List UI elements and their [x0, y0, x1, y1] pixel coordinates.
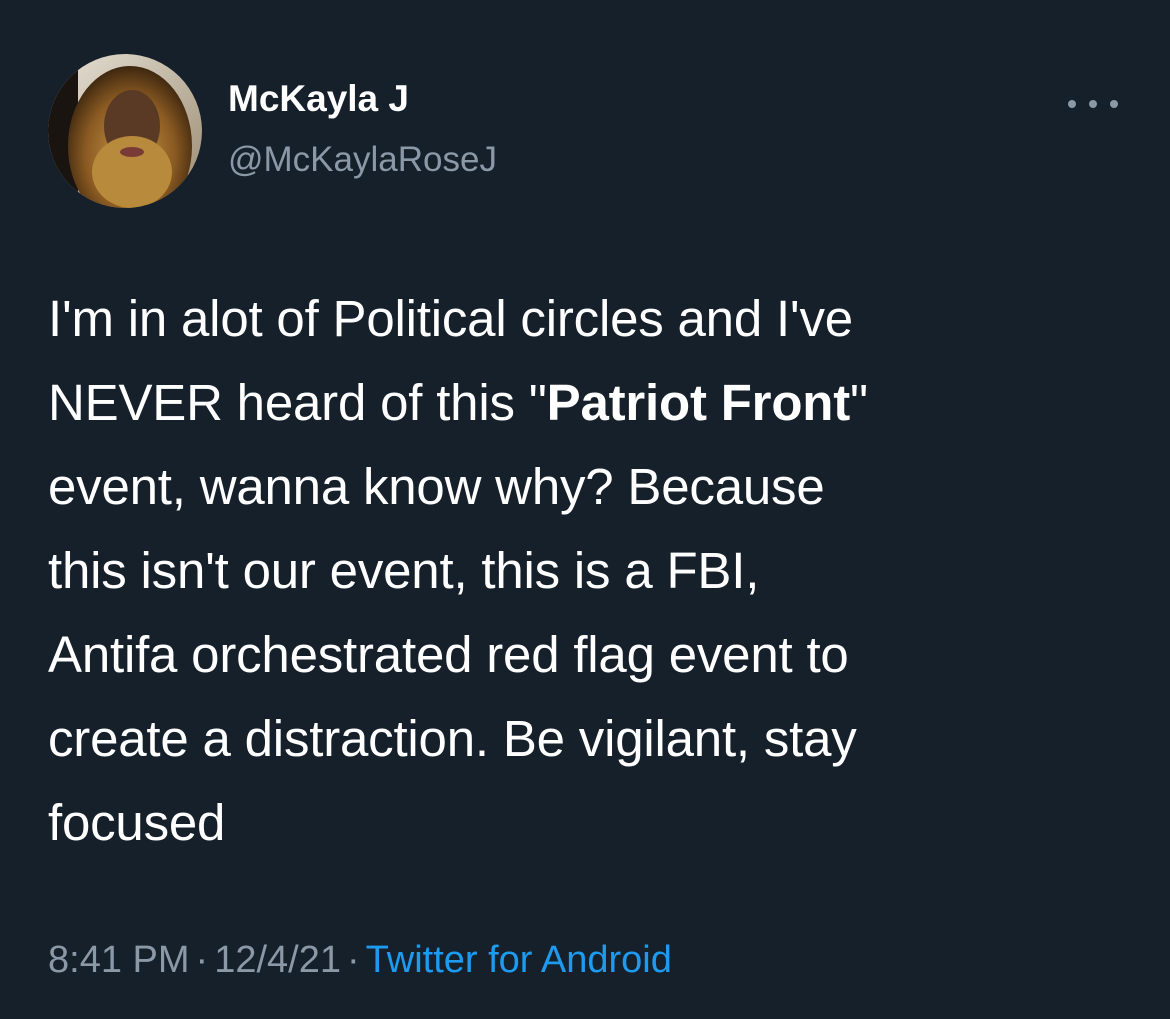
author-display-name[interactable]: McKayla J	[228, 80, 409, 117]
avatar[interactable]	[48, 54, 202, 208]
tweet-text: I'm in alot of Political circles and I'v…	[48, 277, 1138, 865]
meta-separator: ·	[195, 939, 209, 981]
tweet: McKayla J @McKaylaRoseJ I'm in alot of P…	[0, 0, 1170, 1019]
tweet-time[interactable]: 8:41 PM	[48, 939, 190, 981]
meta-separator: ·	[346, 939, 360, 981]
tweet-date[interactable]: 12/4/21	[214, 939, 341, 981]
tweet-source-link[interactable]: Twitter for Android	[366, 939, 672, 981]
tweet-text-line: event, wanna know why? Because	[48, 458, 825, 515]
tweet-text-line: create a distraction. Be vigilant, stay	[48, 710, 857, 767]
tweet-text-line: NEVER heard of this "Patriot Front"	[48, 361, 1138, 445]
more-dot	[1089, 100, 1097, 108]
tweet-text-line: Antifa orchestrated red flag event to	[48, 626, 849, 683]
more-icon[interactable]	[1068, 92, 1118, 116]
tweet-text-line: focused	[48, 794, 226, 851]
tweet-meta: 8:41 PM · 12/4/21 · Twitter for Android	[48, 938, 672, 984]
profile-photo-icon	[48, 54, 202, 208]
tweet-text-bold: Patriot Front	[546, 374, 851, 431]
more-dot	[1068, 100, 1076, 108]
more-dot	[1110, 100, 1118, 108]
tweet-text-segment: "	[850, 374, 868, 431]
tweet-text-line: this isn't our event, this is a FBI,	[48, 542, 760, 599]
author-handle[interactable]: @McKaylaRoseJ	[228, 142, 497, 177]
tweet-text-line: I'm in alot of Political circles and I'v…	[48, 290, 853, 347]
tweet-text-segment: NEVER heard of this "	[48, 374, 547, 431]
